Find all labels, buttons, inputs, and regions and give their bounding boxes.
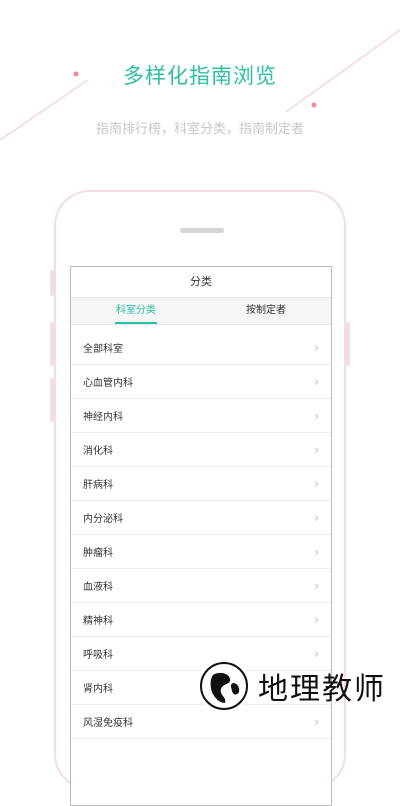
phone-side-button: [50, 270, 54, 296]
phone-side-button: [50, 322, 54, 366]
list-item-label: 风湿免疫科: [83, 718, 133, 729]
list-item[interactable]: 肿瘤科 ›: [71, 535, 331, 569]
watermark: 地理教师: [198, 659, 400, 712]
list-item[interactable]: 内分泌科 ›: [71, 501, 331, 535]
chevron-right-icon: ›: [314, 374, 319, 389]
chevron-right-icon: ›: [314, 714, 319, 729]
list-item-label: 血液科: [83, 582, 113, 593]
list-item[interactable]: 精神科 ›: [71, 603, 331, 637]
page-title: 分类: [71, 267, 331, 298]
globe-icon: [200, 661, 248, 710]
category-tabs: 科室分类 按制定者: [71, 298, 331, 325]
list-item-label: 全部科室: [83, 344, 123, 355]
globe-logo-icon: [198, 659, 250, 712]
phone-speaker: [180, 228, 224, 233]
list-item-label: 肿瘤科: [83, 548, 113, 559]
watermark-text: 地理教师: [258, 671, 386, 707]
list-item[interactable]: 全部科室 ›: [71, 331, 331, 365]
chevron-right-icon: ›: [314, 544, 319, 559]
chevron-right-icon: ›: [314, 442, 319, 457]
list-item-label: 精神科: [83, 616, 113, 627]
tab-author[interactable]: 按制定者: [201, 298, 331, 324]
phone-side-button: [50, 378, 54, 422]
list-item-label: 心血管内科: [83, 378, 133, 389]
list-item[interactable]: 心血管内科 ›: [71, 365, 331, 399]
list-item-label: 肾内科: [83, 684, 113, 695]
list-item[interactable]: 肝病科 ›: [71, 467, 331, 501]
app-screen: 分类 科室分类 按制定者 全部科室 › 心血管内科 › 神经内科 › 消化科 › 肝病科…: [70, 266, 332, 806]
feature-headline: 多样化指南浏览: [123, 64, 277, 88]
list-item[interactable]: 血液科 ›: [71, 569, 331, 603]
list-item[interactable]: 消化科 ›: [71, 433, 331, 467]
list-item-label: 消化科: [83, 446, 113, 457]
deco-dot-right: [311, 102, 317, 108]
chevron-right-icon: ›: [314, 612, 319, 627]
phone-power-button: [346, 322, 350, 366]
chevron-right-icon: ›: [314, 408, 319, 423]
chevron-right-icon: ›: [314, 510, 319, 525]
chevron-right-icon: ›: [314, 578, 319, 593]
tab-department[interactable]: 科室分类: [71, 298, 201, 324]
list-item-label: 神经内科: [83, 412, 123, 423]
chevron-right-icon: ›: [314, 340, 319, 355]
chevron-right-icon: ›: [314, 646, 319, 661]
list-item-label: 呼吸科: [83, 650, 113, 661]
list-item[interactable]: 神经内科 ›: [71, 399, 331, 433]
list-item-label: 肝病科: [83, 480, 113, 491]
chevron-right-icon: ›: [314, 476, 319, 491]
feature-subline: 指南排行榜，科室分类，指南制定者: [95, 122, 304, 137]
list-item-label: 内分泌科: [83, 514, 123, 525]
